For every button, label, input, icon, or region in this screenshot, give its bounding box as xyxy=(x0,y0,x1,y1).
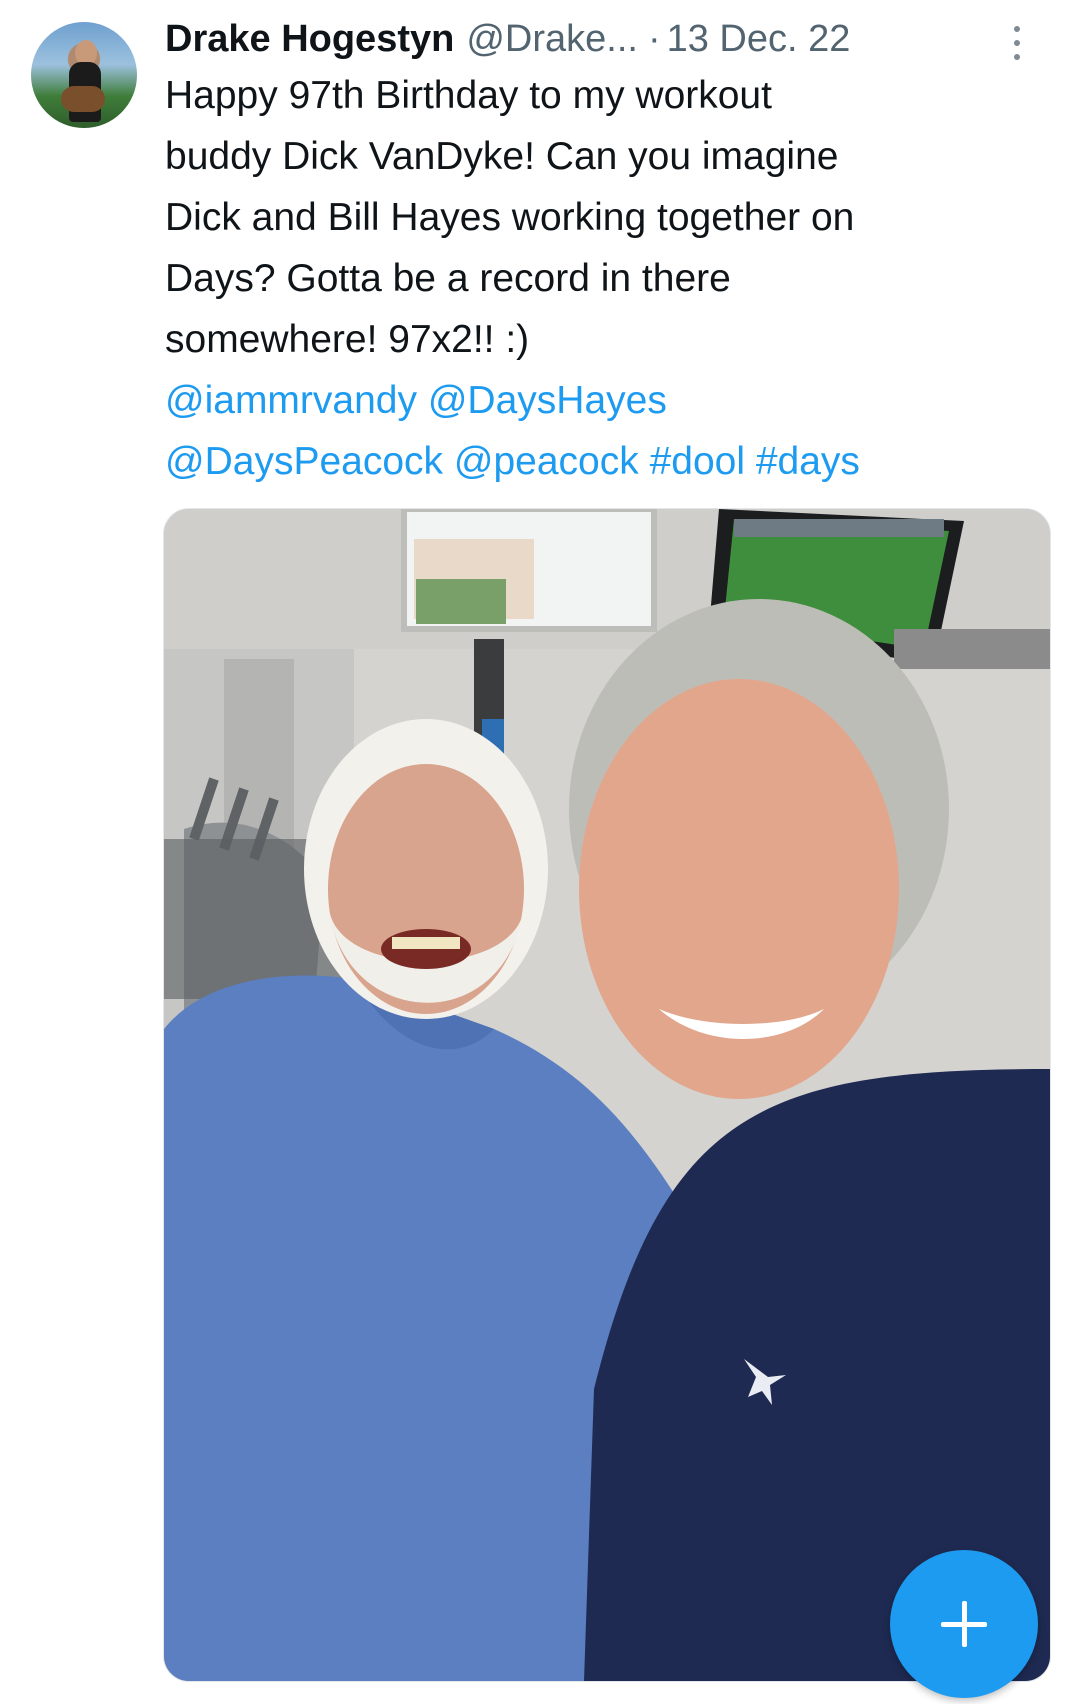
mention-iammrvandy[interactable]: @iammrvandy xyxy=(165,379,417,422)
compose-button[interactable] xyxy=(890,1550,1038,1698)
author-name[interactable]: Drake Hogestyn xyxy=(165,18,454,61)
avatar-dog xyxy=(61,86,105,112)
tweet-text-line: somewhere! 97x2!! :) xyxy=(165,318,530,361)
tweet-header: Drake Hogestyn @Drake... · 13 Dec. 22 xyxy=(165,14,850,64)
hashtag-dool[interactable]: #dool xyxy=(650,440,745,483)
more-vertical-icon[interactable] xyxy=(1010,26,1024,60)
tweet-date[interactable]: 13 Dec. 22 xyxy=(667,18,851,61)
tweet-photo[interactable] xyxy=(163,508,1051,1682)
photo-illustration xyxy=(164,509,1050,1681)
plus-icon xyxy=(941,1601,987,1647)
tweet-text: Happy 97th Birthday to my workout buddy … xyxy=(165,65,1045,492)
tweet-text-line: Happy 97th Birthday to my workout xyxy=(165,74,772,117)
more-dot xyxy=(1014,40,1020,46)
author-handle[interactable]: @Drake... xyxy=(466,18,638,61)
mention-dayshayes[interactable]: @DaysHayes xyxy=(428,379,667,422)
photo-wall-fixture xyxy=(894,629,1050,669)
tweet-text-line: buddy Dick VanDyke! Can you imagine xyxy=(165,135,839,178)
mentions-line-1: @iammrvandy @DaysHayes xyxy=(165,370,1045,431)
separator-dot: · xyxy=(647,17,661,60)
mention-dayspeacock[interactable]: @DaysPeacock xyxy=(165,440,443,483)
tweet-text-line: Days? Gotta be a record in there xyxy=(165,257,731,300)
avatar[interactable] xyxy=(31,22,137,128)
tweet[interactable]: Drake Hogestyn @Drake... · 13 Dec. 22 Ha… xyxy=(0,0,1080,1704)
photo-left-person-teeth xyxy=(392,937,460,949)
mentions-line-2: @DaysPeacock @peacock #dool #days xyxy=(165,431,1045,492)
photo-tv-crowd xyxy=(734,519,944,537)
hashtag-days[interactable]: #days xyxy=(756,440,860,483)
more-dot xyxy=(1014,26,1020,32)
photo-window-tree xyxy=(416,579,506,624)
more-dot xyxy=(1014,54,1020,60)
mention-peacock[interactable]: @peacock xyxy=(454,440,639,483)
tweet-text-line: Dick and Bill Hayes working together on xyxy=(165,196,855,239)
